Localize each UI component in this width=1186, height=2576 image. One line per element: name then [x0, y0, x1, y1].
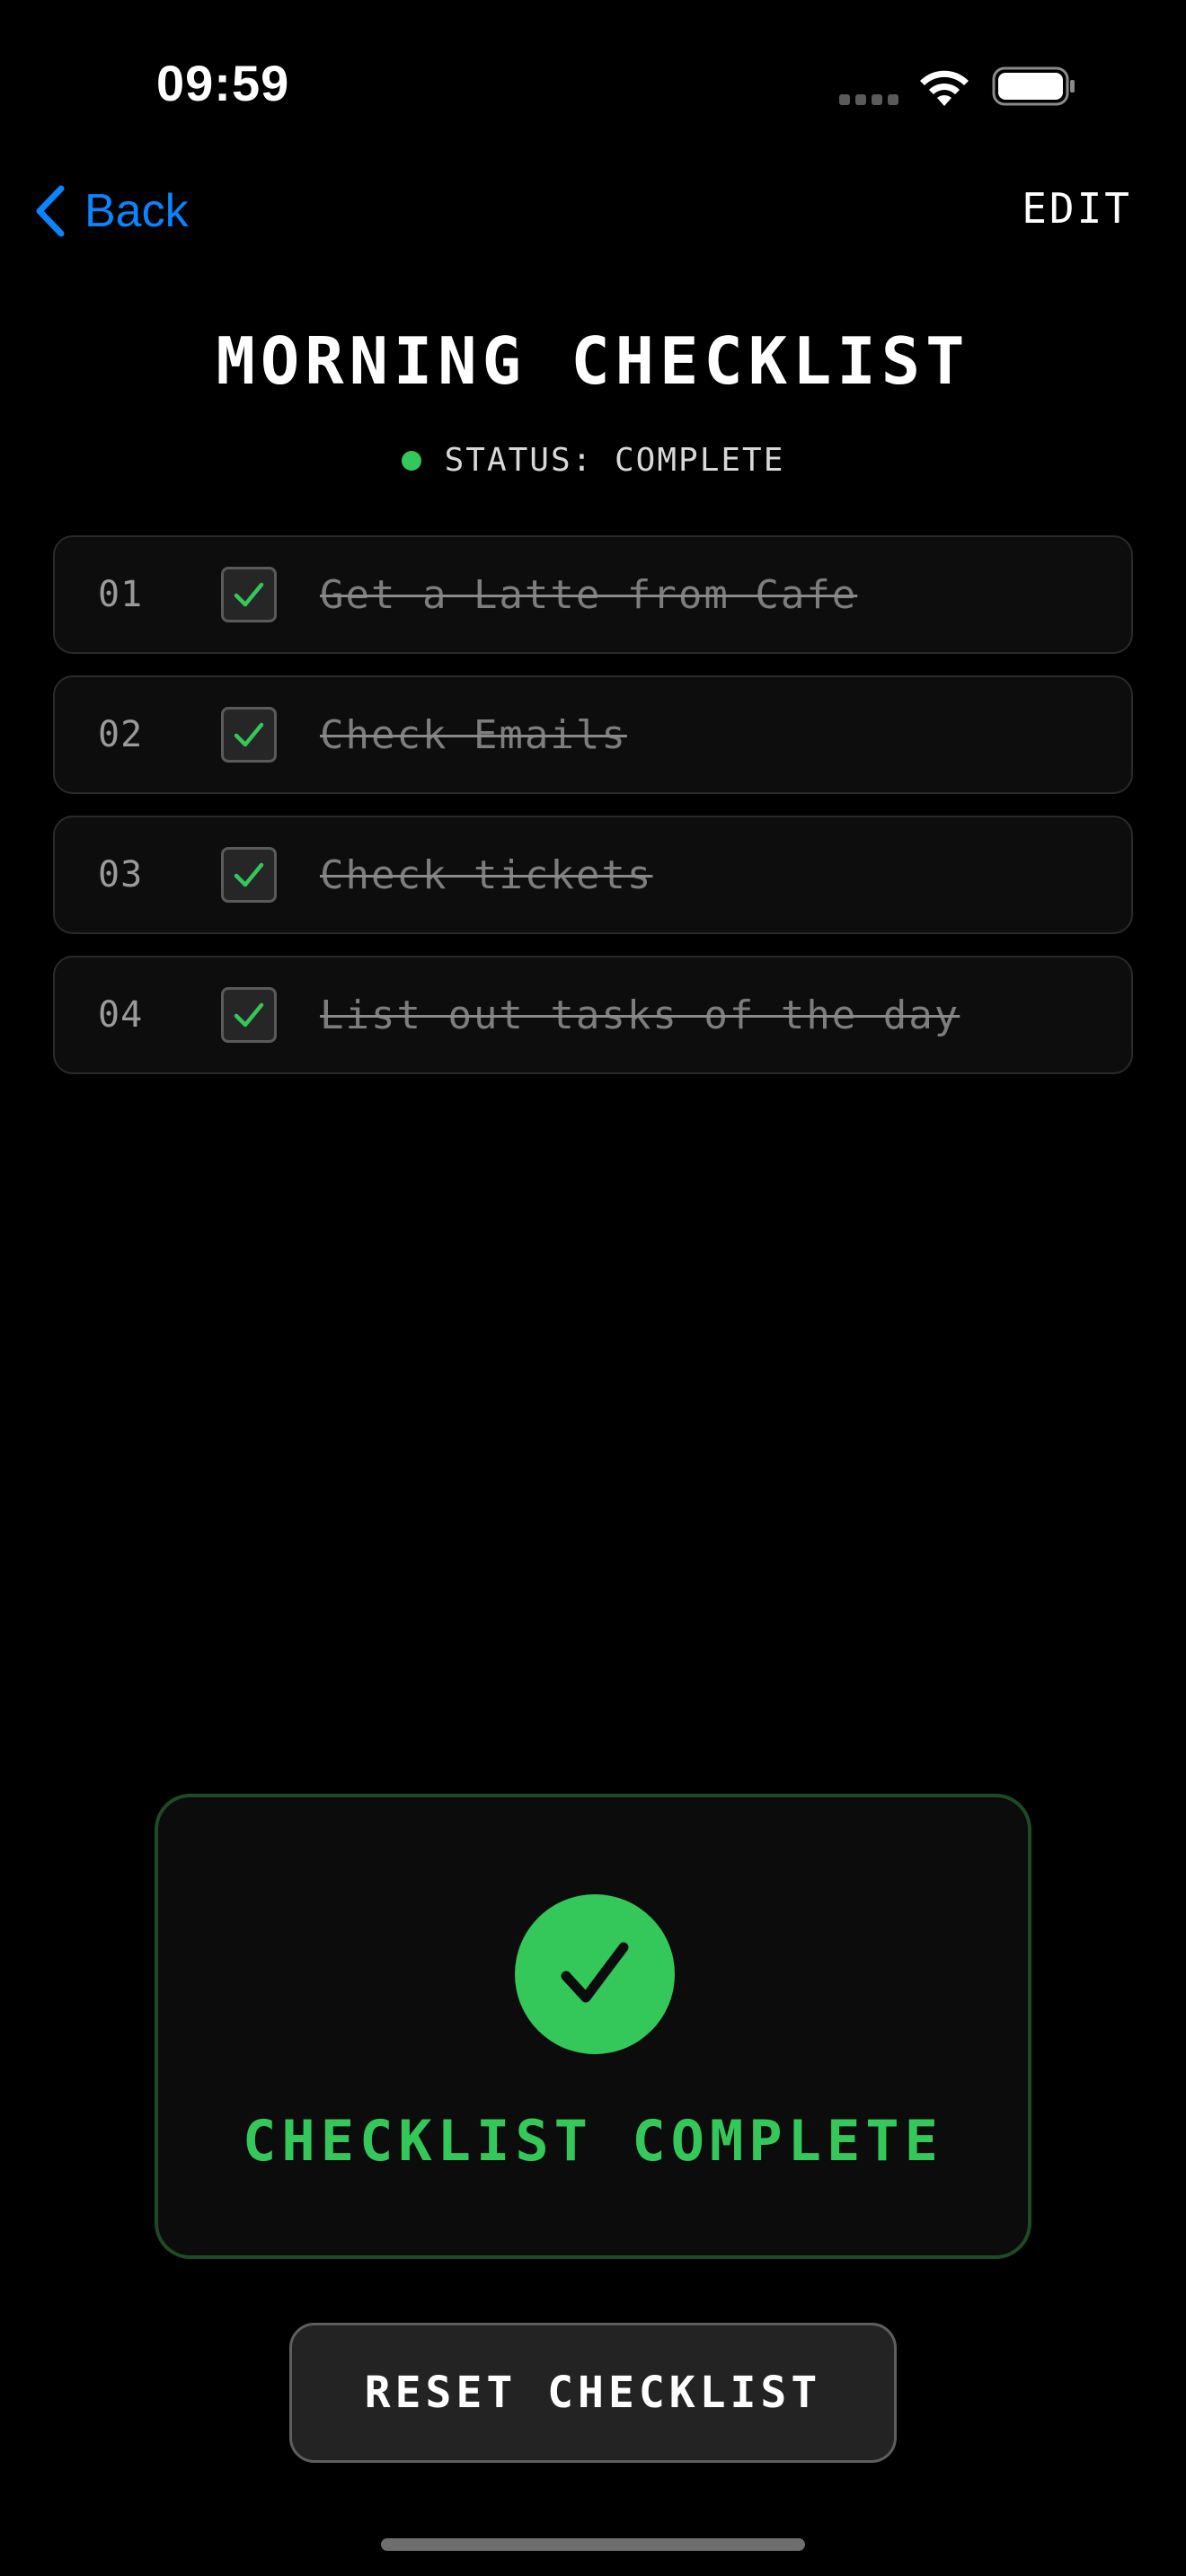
status-bar: 09:59	[0, 0, 1186, 171]
complete-checkmark-icon	[515, 1894, 675, 2054]
edit-button[interactable]: EDIT	[1022, 184, 1132, 238]
item-checkbox[interactable]	[221, 567, 277, 622]
item-label: Check Emails	[320, 711, 627, 758]
reset-checklist-button[interactable]: RESET CHECKLIST	[289, 2323, 897, 2463]
checkmark-icon	[234, 582, 264, 607]
item-checkbox[interactable]	[221, 707, 277, 763]
checkmark-icon	[234, 862, 264, 887]
item-number: 03	[98, 854, 144, 895]
item-label: List out tasks of the day	[320, 992, 960, 1038]
page-title: MORNING CHECKLIST	[216, 323, 970, 399]
item-label: Get a Latte from Cafe	[320, 571, 858, 618]
status-dot-icon	[401, 450, 421, 471]
checkmark-icon	[234, 1002, 264, 1028]
chevron-left-icon	[36, 185, 65, 237]
checklist-item[interactable]: 04 List out tasks of the day	[53, 956, 1133, 1074]
cellular-signal-icon	[839, 94, 902, 105]
checkmark-icon	[234, 722, 264, 747]
checklist-complete-card: CHECKLIST COMPLETE	[155, 1794, 1031, 2259]
item-label: Check tickets	[320, 851, 653, 898]
item-checkbox[interactable]	[221, 847, 277, 903]
battery-icon	[992, 66, 1075, 106]
wifi-icon	[920, 70, 969, 106]
home-indicator	[381, 2538, 805, 2551]
checklist-item[interactable]: 01 Get a Latte from Cafe	[53, 535, 1133, 654]
status-indicator: STATUS: COMPLETE	[0, 442, 1186, 479]
item-number: 02	[98, 714, 144, 755]
back-button-label: Back	[84, 185, 189, 237]
status-text: STATUS: COMPLETE	[444, 442, 785, 479]
item-number: 04	[98, 994, 144, 1036]
checkmark-icon	[561, 1942, 629, 2003]
complete-label: CHECKLIST COMPLETE	[243, 2108, 943, 2174]
item-number: 01	[98, 574, 144, 615]
status-time: 09:59	[156, 55, 290, 111]
item-checkbox[interactable]	[221, 987, 277, 1043]
back-button[interactable]: Back	[32, 180, 189, 243]
checklist-item[interactable]: 02 Check Emails	[53, 675, 1133, 794]
checklist-item[interactable]: 03 Check tickets	[53, 816, 1133, 934]
checklist: 01 Get a Latte from Cafe 02 Check Emails…	[53, 535, 1133, 1096]
